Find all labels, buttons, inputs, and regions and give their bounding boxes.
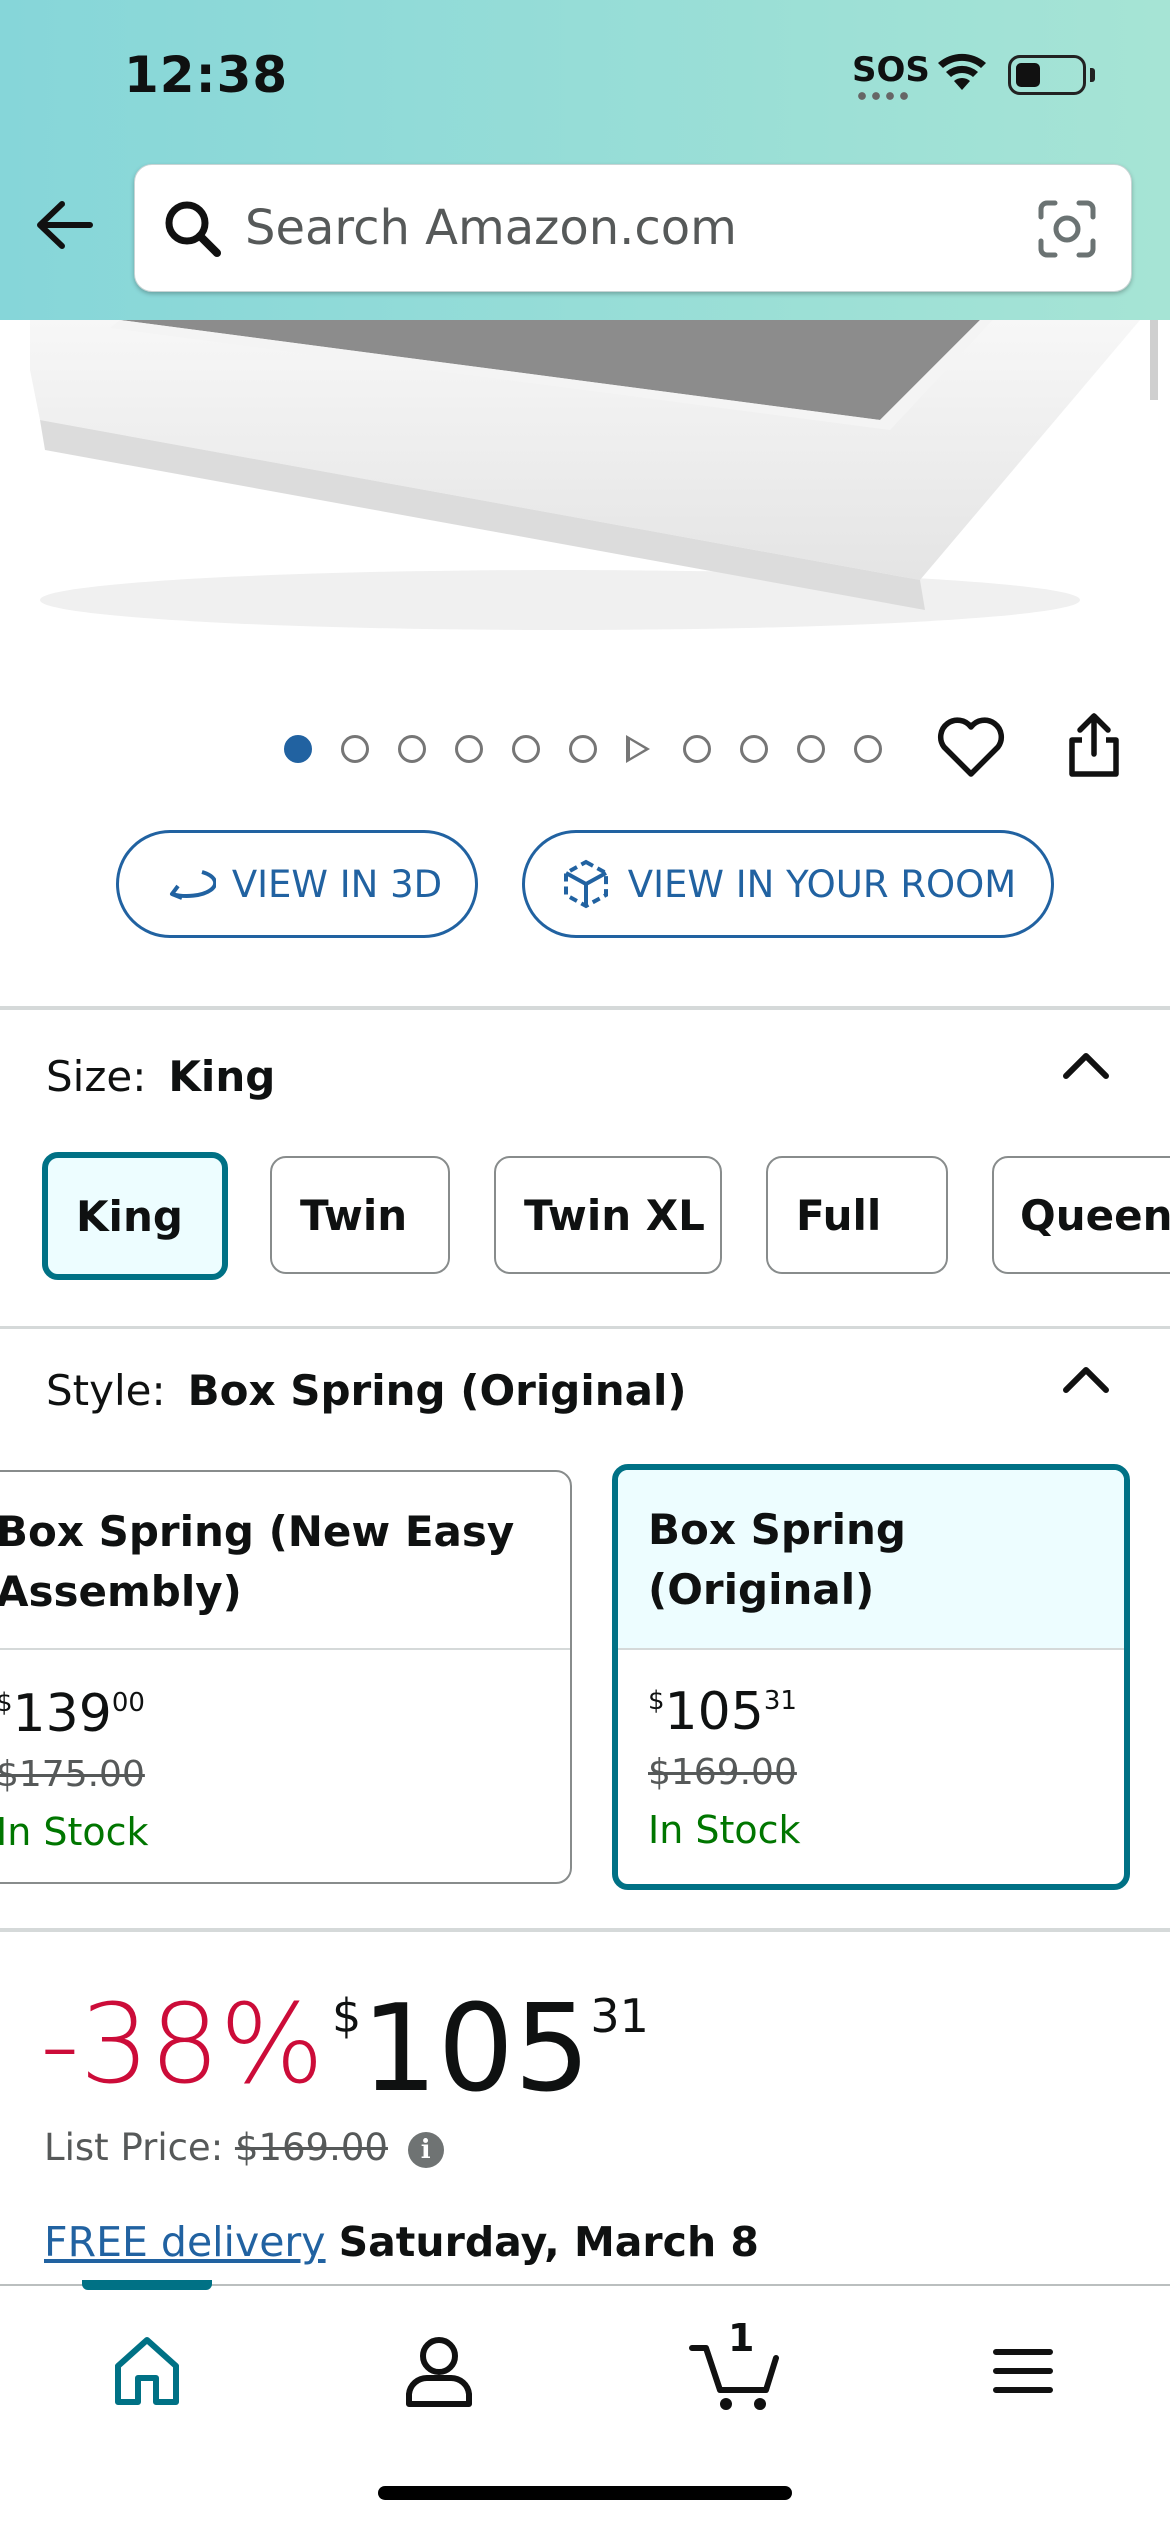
size-option-label: King (76, 1191, 183, 1241)
list-price-value: $169.00 (234, 2126, 388, 2169)
divider (0, 1006, 1170, 1010)
search-input[interactable] (245, 193, 1045, 263)
cart-count-badge: 1 (728, 2316, 755, 2360)
style-option-original[interactable]: Box Spring (Original) $10531 $169.00 In … (612, 1464, 1130, 1890)
carousel-dot[interactable] (683, 735, 711, 763)
chevron-up-icon[interactable] (1060, 1362, 1112, 1398)
size-option-label: Twin (300, 1190, 408, 1240)
account-icon[interactable] (394, 2326, 484, 2416)
signal-dots-icon (855, 92, 911, 100)
divider (0, 1928, 1170, 1932)
rotate-3d-icon (152, 864, 216, 904)
style-option-stock: In Stock (648, 1808, 801, 1852)
menu-icon[interactable] (978, 2326, 1068, 2416)
view-in-your-room-button[interactable]: VIEW IN YOUR ROOM (522, 830, 1054, 938)
size-option-label: Queen (1020, 1190, 1170, 1240)
carousel-dot[interactable] (797, 735, 825, 763)
view-in-3d-label: VIEW IN 3D (231, 862, 443, 906)
carousel-dot[interactable] (740, 735, 768, 763)
size-selector-header[interactable]: Size: King (46, 1052, 275, 1101)
active-tab-indicator (82, 2280, 212, 2290)
image-carousel-dots[interactable] (284, 734, 911, 764)
search-bar[interactable] (134, 164, 1132, 292)
heart-icon[interactable] (936, 716, 1006, 780)
ar-cube-icon (560, 856, 612, 912)
delivery-date: Saturday, March 8 (338, 2218, 759, 2266)
style-option-list-price: $175.00 (0, 1754, 145, 1795)
view-in-your-room-label: VIEW IN YOUR ROOM (627, 862, 1017, 906)
app-header: 12:38 SOS (0, 0, 1170, 320)
size-option-queen[interactable]: Queen (992, 1156, 1170, 1274)
size-label: Size: (46, 1052, 147, 1101)
carousel-dot[interactable] (284, 735, 312, 763)
wifi-icon (938, 53, 986, 90)
carousel-dot[interactable] (341, 735, 369, 763)
view-in-3d-button[interactable]: VIEW IN 3D (116, 830, 478, 938)
discount-percentage: -38% (40, 1980, 325, 2108)
free-delivery-link[interactable]: FREE delivery (44, 2218, 326, 2266)
size-option-twin-xl[interactable]: Twin XL (494, 1156, 722, 1274)
search-icon (165, 201, 221, 257)
size-option-king[interactable]: King (42, 1152, 228, 1280)
style-option-price: $10531 (648, 1682, 797, 1742)
video-play-icon[interactable] (626, 735, 650, 763)
divider (0, 1326, 1170, 1329)
carousel-dot[interactable] (569, 735, 597, 763)
back-arrow-icon[interactable] (30, 190, 100, 260)
carousel-dot[interactable] (455, 735, 483, 763)
style-option-list-price: $169.00 (648, 1752, 797, 1793)
style-label: Style: (46, 1366, 166, 1415)
product-price: $10531 (332, 1980, 649, 2119)
camera-scan-icon[interactable] (1037, 199, 1097, 259)
size-option-label: Twin XL (524, 1190, 705, 1240)
style-option-title: Box Spring (New Easy Assembly) (0, 1472, 570, 1650)
style-option-stock: In Stock (0, 1810, 149, 1854)
list-price: List Price: $169.00 i (44, 2126, 444, 2169)
style-selector-header[interactable]: Style: Box Spring (Original) (46, 1366, 687, 1415)
battery-tip (1090, 68, 1095, 82)
size-option-label: Full (796, 1190, 882, 1240)
style-option-price: $13900 (0, 1684, 145, 1744)
share-icon[interactable] (1064, 710, 1124, 780)
home-icon[interactable] (102, 2326, 192, 2416)
style-selected-value: Box Spring (Original) (187, 1366, 687, 1415)
size-option-twin[interactable]: Twin (270, 1156, 450, 1274)
carousel-dot[interactable] (854, 735, 882, 763)
chevron-up-icon[interactable] (1060, 1048, 1112, 1084)
list-price-label: List Price: (44, 2126, 224, 2169)
home-indicator-bar (378, 2486, 792, 2500)
carousel-dot[interactable] (512, 735, 540, 763)
size-option-full[interactable]: Full (766, 1156, 948, 1274)
carousel-dot[interactable] (398, 735, 426, 763)
style-option-title: Box Spring (Original) (618, 1470, 1124, 1650)
delivery-info: FREE delivery Saturday, March 8 (44, 2218, 759, 2266)
size-selected-value: King (168, 1052, 276, 1101)
status-time: 12:38 (124, 46, 289, 104)
product-image[interactable] (0, 280, 1170, 640)
sos-indicator: SOS (852, 50, 930, 90)
info-icon[interactable]: i (407, 2131, 444, 2168)
style-option-new-easy-assembly[interactable]: Box Spring (New Easy Assembly) $13900 $1… (0, 1470, 572, 1884)
battery-icon (1008, 55, 1086, 95)
